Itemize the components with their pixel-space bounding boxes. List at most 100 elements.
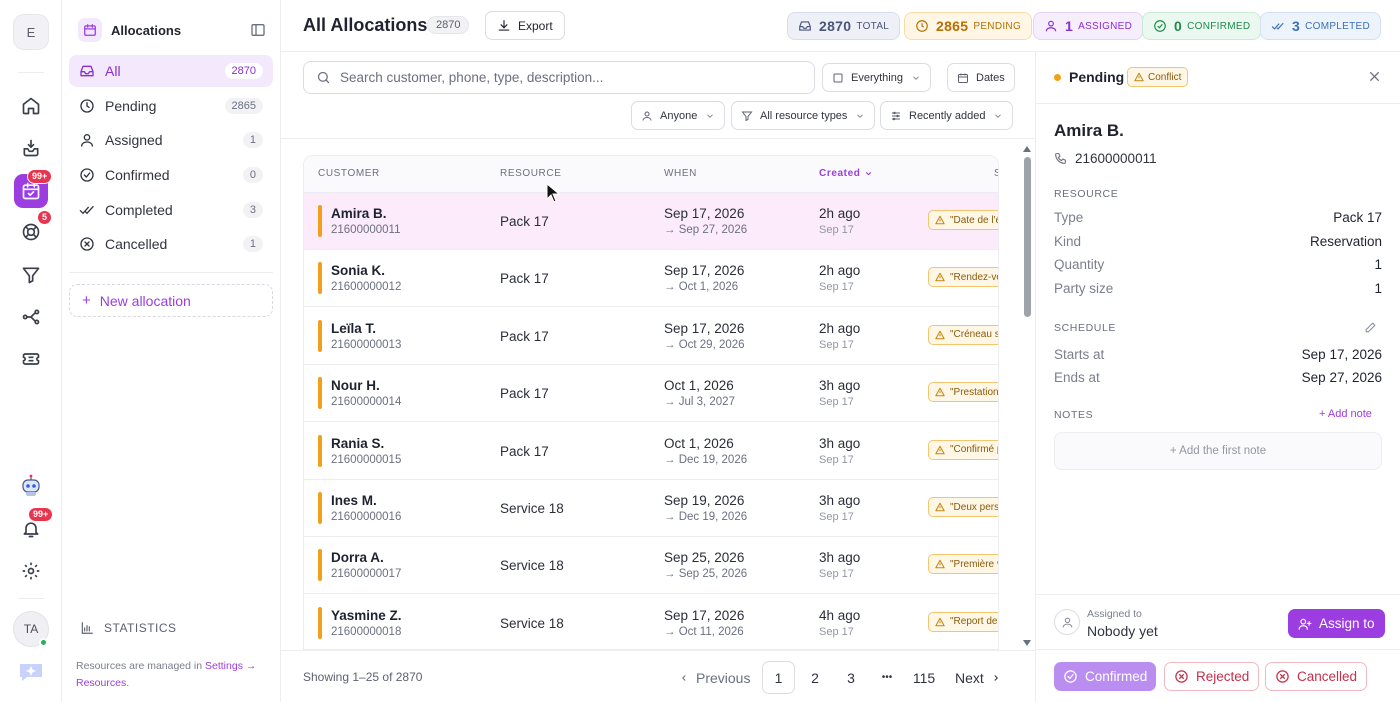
scope-label: Everything <box>851 71 903 84</box>
collapse-sidebar-icon[interactable] <box>250 22 266 38</box>
detail-value: Pack 17 <box>1333 210 1382 225</box>
page-115-button[interactable]: 115 <box>909 661 939 694</box>
conflict-note-badge[interactable]: "Report de <box>928 611 998 632</box>
phone-icon <box>1054 152 1067 165</box>
conflict-note-text: "Date de l'é <box>950 214 999 226</box>
conflict-note-badge[interactable]: "Date de l'é <box>928 210 999 230</box>
conflict-note-text: "Confirmé p <box>950 444 999 456</box>
page-1-button[interactable]: 1 <box>762 661 795 694</box>
conflict-note-badge[interactable]: "Deux pers <box>928 497 999 517</box>
edit-schedule-icon[interactable] <box>1364 321 1377 334</box>
column-status[interactable]: S <box>994 168 998 179</box>
plus-icon: + <box>82 292 91 309</box>
conflict-note-text: "Deux pers <box>950 501 999 513</box>
when-end: → Jul 3, 2027 <box>664 396 735 409</box>
conflict-note-badge[interactable]: "Première v <box>928 554 998 575</box>
dates-button[interactable]: Dates <box>947 63 1015 92</box>
created-date: Sep 17 <box>819 511 854 523</box>
stat-total[interactable]: 2870 TOTAL <box>787 12 901 40</box>
search-box[interactable] <box>303 61 815 94</box>
inbox-download-icon[interactable] <box>14 131 48 165</box>
resources-note: Resources are managed in Settings → Reso… <box>76 658 270 692</box>
workflow-icon[interactable] <box>14 300 48 334</box>
table-row[interactable]: Amira B. 21600000011 Pack 17 Sep 17, 2026 → … <box>304 193 999 250</box>
scroll-up-icon[interactable] <box>1022 145 1032 153</box>
column-when[interactable]: WHEN <box>664 168 697 179</box>
ticket-icon[interactable] <box>14 342 48 376</box>
sidebar-item-completed[interactable]: Completed 3 <box>69 194 273 226</box>
column-resource[interactable]: RESOURCE <box>500 168 561 179</box>
assignee-select[interactable]: Anyone <box>631 101 726 130</box>
when-start: Sep 19, 2026 <box>664 493 745 508</box>
scroll-down-icon[interactable] <box>1022 639 1032 647</box>
funnel-icon[interactable] <box>14 258 48 292</box>
assign-to-button[interactable]: Assign to <box>1288 609 1385 638</box>
sidebar-item-all[interactable]: All 2870 <box>69 55 273 87</box>
sort-select[interactable]: Recently added <box>880 101 1014 130</box>
scrollbar-thumb[interactable] <box>1024 157 1031 317</box>
cancelled-button[interactable]: Cancelled <box>1265 662 1368 691</box>
table-row[interactable]: Leïla T. 21600000013 Pack 17 Sep 17, 2026 → … <box>304 308 998 365</box>
conflict-note-badge[interactable]: "Confirmé p <box>928 439 999 460</box>
detail-phone[interactable]: 21600000011 <box>1054 151 1157 166</box>
detail-value: 1 <box>1374 257 1382 272</box>
sidebar-item-label: Cancelled <box>105 236 168 252</box>
stat-confirmed[interactable]: 0 CONFIRMED <box>1142 12 1262 40</box>
notes-heading: NOTES <box>1054 409 1094 421</box>
sidebar-item-confirmed[interactable]: Confirmed 0 <box>69 159 273 191</box>
add-first-note-button[interactable]: + Add the first note <box>1054 432 1382 470</box>
robot-assistant-icon[interactable] <box>14 469 48 503</box>
sidebar-item-label: All <box>105 63 121 79</box>
sparkle-chat-icon[interactable] <box>14 655 48 689</box>
add-note-button[interactable]: + Add note <box>1319 408 1372 420</box>
confirmed-button[interactable]: Confirmed <box>1054 662 1157 691</box>
column-customer[interactable]: CUSTOMER <box>318 168 380 179</box>
previous-page-button[interactable]: Previous <box>679 661 750 694</box>
next-page-button[interactable]: Next <box>955 661 1001 694</box>
table-scrollbar[interactable] <box>1020 145 1034 650</box>
detail-row-kind: Kind Reservation <box>1054 234 1382 249</box>
stat-completed[interactable]: 3 COMPLETED <box>1260 12 1382 40</box>
sidebar-item-assigned[interactable]: Assigned 1 <box>69 124 273 156</box>
table-row[interactable]: Nour H. 21600000014 Pack 17 Oct 1, 2026 → Ju… <box>304 365 998 423</box>
close-icon[interactable] <box>1368 70 1381 83</box>
new-allocation-button[interactable]: + New allocation <box>69 284 273 317</box>
notifications-badge: 99+ <box>28 507 54 522</box>
chevron-down-icon <box>911 73 921 83</box>
warning-icon <box>935 387 945 397</box>
column-created[interactable]: Created <box>819 168 873 179</box>
rejected-button[interactable]: Rejected <box>1164 662 1260 691</box>
page-2-button[interactable]: 2 <box>802 661 828 694</box>
conflict-note-badge[interactable]: "Créneau s <box>928 324 998 345</box>
export-button[interactable]: Export <box>485 11 565 40</box>
conflict-note-badge[interactable]: "Rendez-vo <box>928 267 998 288</box>
search-input[interactable] <box>340 70 802 85</box>
table-row[interactable]: Dorra A. 21600000017 Service 18 Sep 25, 202… <box>304 537 998 595</box>
table-row[interactable]: Sonia K. 21600000012 Pack 17 Sep 17, 2026 → … <box>304 250 998 308</box>
stat-pending[interactable]: 2865 PENDING <box>904 12 1033 40</box>
resources-note-suffix: . <box>126 677 130 689</box>
gear-icon[interactable] <box>14 554 48 588</box>
table-row[interactable]: Ines M. 21600000016 Service 18 Sep 19, 2026… <box>304 480 999 537</box>
when-start: Sep 17, 2026 <box>664 206 745 221</box>
resource-type-select[interactable]: All resource types <box>731 101 876 130</box>
chevron-down-icon <box>864 169 873 178</box>
stat-assigned[interactable]: 1 ASSIGNED <box>1033 12 1144 40</box>
user-icon <box>79 132 95 148</box>
created-relative: 3h ago <box>819 378 861 394</box>
table-row[interactable]: Yasmine Z. 21600000018 Service 18 Sep 17, 2… <box>304 595 998 649</box>
sidebar-item-cancelled[interactable]: Cancelled 1 <box>69 228 273 260</box>
resources-note-text: Resources are managed in <box>76 660 203 672</box>
scope-select[interactable]: Everything <box>822 63 931 92</box>
sidebar-item-pending[interactable]: Pending 2865 <box>69 90 273 122</box>
table-row[interactable]: Rania S. 21600000015 Pack 17 Oct 1, 2026 → D… <box>304 423 999 480</box>
warning-icon <box>935 445 945 455</box>
statistics-link[interactable]: STATISTICS <box>80 621 177 635</box>
customer-phone: 21600000011 <box>331 224 401 236</box>
conflict-note-badge[interactable]: "Prestation <box>928 382 998 403</box>
sidebar-title: Allocations <box>111 22 182 38</box>
page-3-button[interactable]: 3 <box>838 661 864 694</box>
resource-name: Pack 17 <box>500 386 549 402</box>
home-icon[interactable] <box>14 89 48 123</box>
workspace-avatar[interactable]: E <box>13 14 49 50</box>
